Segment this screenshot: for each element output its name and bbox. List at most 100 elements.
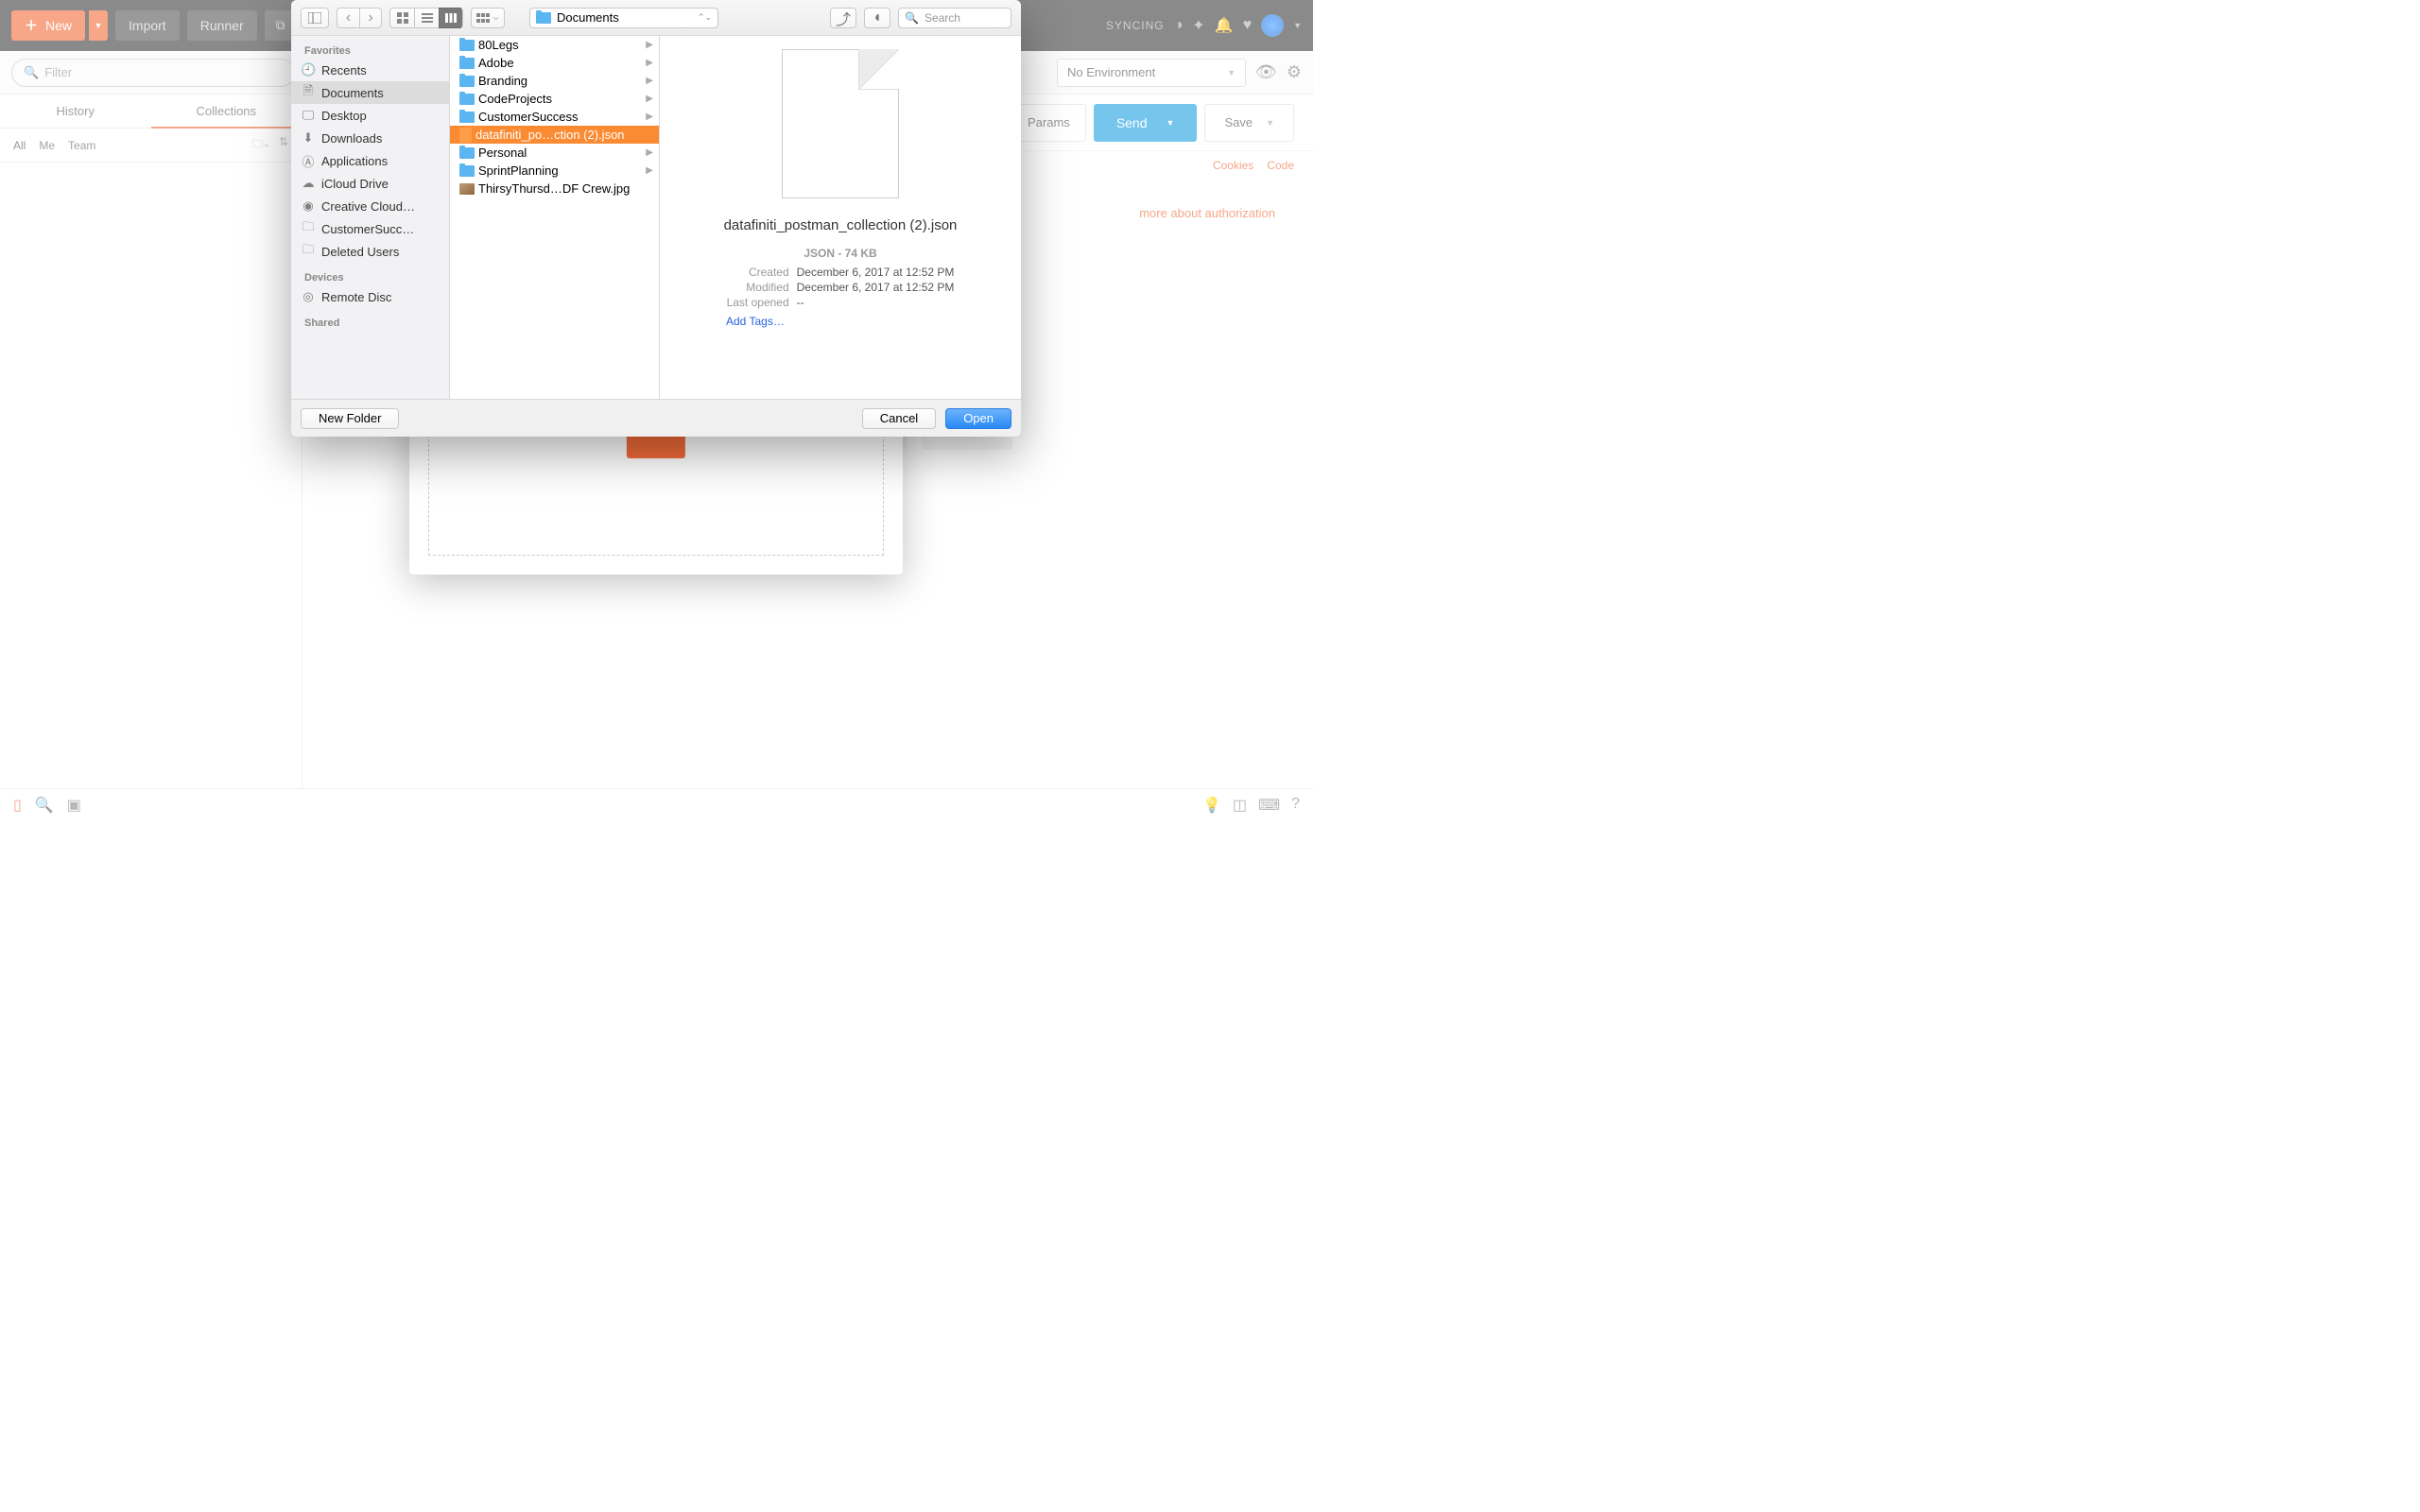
download-icon: ⬇ bbox=[301, 130, 316, 146]
sidebar-item-creative-cloud-[interactable]: ◉Creative Cloud… bbox=[291, 195, 449, 217]
location-popup[interactable]: Documents ⌃⌄ bbox=[529, 8, 718, 28]
list-item[interactable]: Branding ▶ bbox=[450, 72, 659, 90]
search-placeholder: Search bbox=[925, 11, 960, 25]
created-value: December 6, 2017 at 12:52 PM bbox=[797, 266, 955, 279]
chevron-right-icon: ▶ bbox=[646, 40, 653, 50]
cancel-button[interactable]: Cancel bbox=[862, 408, 936, 429]
doc-icon: 🗎 bbox=[301, 82, 316, 103]
opened-value: -- bbox=[797, 296, 955, 309]
favorites-heading: Favorites bbox=[291, 43, 449, 59]
column-view-button[interactable] bbox=[439, 8, 463, 28]
preview-kind: JSON - 74 KB bbox=[804, 247, 876, 260]
list-item[interactable]: datafiniti_po…ction (2).json bbox=[450, 126, 659, 144]
list-item[interactable]: Personal▶ bbox=[450, 144, 659, 162]
preview-file-icon bbox=[782, 49, 899, 198]
grid-icon bbox=[397, 12, 408, 24]
list-item[interactable]: 80Legs ▶ bbox=[450, 36, 659, 54]
list-item-label: Personal bbox=[478, 146, 527, 160]
sidebar-item-label: Desktop bbox=[321, 109, 367, 123]
modified-label: Modified bbox=[727, 281, 789, 294]
group-icon bbox=[476, 13, 490, 23]
list-icon bbox=[422, 13, 433, 23]
chevron-right-icon: ▶ bbox=[646, 58, 653, 68]
chevron-right-icon: › bbox=[368, 9, 372, 26]
list-item[interactable]: Adobe ▶ bbox=[450, 54, 659, 72]
list-item[interactable]: CodeProjects ▶ bbox=[450, 90, 659, 108]
icon-view-button[interactable] bbox=[389, 8, 414, 28]
finder-sidebar: Favorites 🕘Recents🗎Documents 🖵 Desktop ⬇ Dow… bbox=[291, 36, 450, 399]
add-tags-link[interactable]: Add Tags… bbox=[726, 315, 785, 328]
file-icon bbox=[459, 128, 472, 143]
shared-heading: Shared bbox=[291, 316, 449, 331]
sidebar-item-label: Creative Cloud… bbox=[321, 199, 415, 214]
folder-icon bbox=[459, 94, 475, 105]
list-item[interactable]: CustomerSuccess ▶ bbox=[450, 108, 659, 126]
preview-filename: datafiniti_postman_collection (2).json bbox=[724, 217, 958, 233]
created-label: Created bbox=[727, 266, 789, 279]
open-button[interactable]: Open bbox=[945, 408, 1011, 429]
sidebar-icon bbox=[308, 12, 321, 24]
list-item-label: CodeProjects bbox=[478, 92, 552, 106]
list-view-button[interactable] bbox=[414, 8, 439, 28]
folder-icon bbox=[459, 76, 475, 87]
list-item[interactable]: ThirsyThursd…DF Crew.jpg bbox=[450, 180, 659, 198]
folder-icon: 🗀 bbox=[301, 241, 316, 262]
back-button[interactable]: ‹ bbox=[337, 8, 359, 28]
updown-icon: ⌃⌄ bbox=[698, 12, 712, 23]
app-icon: Ⓐ bbox=[301, 152, 316, 170]
folder-icon bbox=[536, 12, 551, 24]
chevron-right-icon: ▶ bbox=[646, 76, 653, 86]
folder-icon bbox=[459, 165, 475, 177]
sidebar-toggle-button[interactable] bbox=[301, 8, 329, 28]
list-item-label: Adobe bbox=[478, 56, 514, 70]
chevron-right-icon: ▶ bbox=[646, 165, 653, 176]
sidebar-item-applications[interactable]: ⒶApplications bbox=[291, 149, 449, 172]
tag-icon: ◖ bbox=[873, 9, 882, 26]
sidebar-item-label: iCloud Drive bbox=[321, 177, 389, 191]
finder-footer: New Folder Cancel Open bbox=[291, 399, 1021, 437]
list-item-label: 80Legs bbox=[478, 38, 519, 52]
columns-icon bbox=[445, 13, 457, 23]
forward-button[interactable]: › bbox=[359, 8, 382, 28]
view-segment bbox=[389, 8, 463, 28]
list-item[interactable]: SprintPlanning ▶ bbox=[450, 162, 659, 180]
nav-segment: ‹ › bbox=[337, 8, 382, 28]
sidebar-item-icloud-drive[interactable]: ☁iCloud Drive bbox=[291, 172, 449, 195]
sidebar-item-downloads[interactable]: ⬇ Downloads bbox=[291, 127, 449, 149]
sidebar-item-label: Remote Disc bbox=[321, 290, 391, 304]
sidebar-item-customersucc-[interactable]: 🗀 CustomerSucc… bbox=[291, 217, 449, 240]
new-folder-button[interactable]: New Folder bbox=[301, 408, 399, 429]
sidebar-item-label: Recents bbox=[321, 63, 367, 77]
sidebar-item-label: Deleted Users bbox=[321, 245, 399, 259]
list-item-label: datafiniti_po…ction (2).json bbox=[475, 128, 625, 142]
image-icon bbox=[459, 183, 475, 195]
folder-icon: 🗀 bbox=[301, 218, 316, 239]
chevron-right-icon: ▶ bbox=[646, 94, 653, 104]
tags-button[interactable]: ◖ bbox=[864, 8, 890, 28]
chevron-right-icon: ▶ bbox=[646, 112, 653, 122]
finder-body: Favorites 🕘Recents🗎Documents 🖵 Desktop ⬇ Dow… bbox=[291, 36, 1021, 399]
list-item-label: ThirsyThursd…DF Crew.jpg bbox=[478, 181, 630, 196]
sidebar-item-documents[interactable]: 🗎Documents bbox=[291, 81, 449, 104]
list-item-label: Branding bbox=[478, 74, 527, 88]
finder-preview: datafiniti_postman_collection (2).json J… bbox=[660, 36, 1021, 399]
finder-toolbar: ‹ › ⌵ Documents ⌃⌄ ⤴ ◖ 🔍 bbox=[291, 0, 1021, 36]
list-item-label: SprintPlanning bbox=[478, 163, 559, 178]
opened-label: Last opened bbox=[727, 296, 789, 309]
search-field[interactable]: 🔍 Search bbox=[898, 8, 1011, 28]
sidebar-item-label: CustomerSucc… bbox=[321, 222, 414, 236]
share-button[interactable]: ⤴ bbox=[830, 8, 856, 28]
sidebar-item-deleted-users[interactable]: 🗀 Deleted Users bbox=[291, 240, 449, 263]
sidebar-item-remote-disc[interactable]: ◎Remote Disc bbox=[291, 285, 449, 308]
folder-icon bbox=[459, 40, 475, 51]
list-item-label: CustomerSuccess bbox=[478, 110, 578, 124]
share-icon: ⤴ bbox=[836, 7, 851, 29]
sidebar-item-label: Downloads bbox=[321, 131, 382, 146]
sidebar-item-desktop[interactable]: 🖵 Desktop bbox=[291, 104, 449, 127]
group-button[interactable]: ⌵ bbox=[471, 8, 505, 28]
devices-heading: Devices bbox=[291, 270, 449, 285]
folder-icon bbox=[459, 147, 475, 159]
sidebar-item-recents[interactable]: 🕘Recents bbox=[291, 59, 449, 81]
folder-icon bbox=[459, 112, 475, 123]
desktop-icon: 🖵 bbox=[301, 108, 316, 123]
